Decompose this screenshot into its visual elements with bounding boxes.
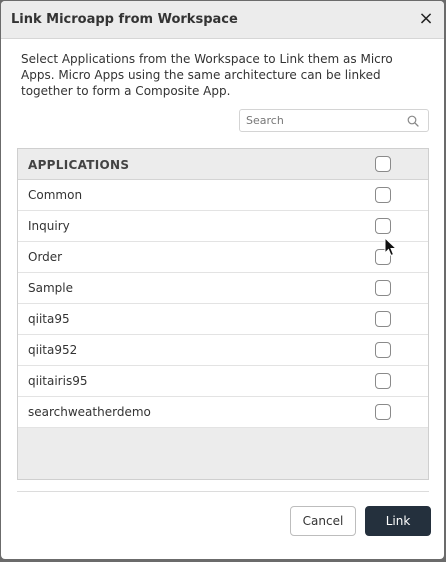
row-checkbox[interactable] bbox=[375, 218, 391, 234]
row-checkbox[interactable] bbox=[375, 404, 391, 420]
application-name: qiita95 bbox=[28, 312, 70, 326]
table-header: APPLICATIONS bbox=[18, 149, 428, 180]
application-name: qiita952 bbox=[28, 343, 78, 357]
table-row[interactable]: Inquiry bbox=[18, 211, 428, 242]
row-checkbox[interactable] bbox=[375, 311, 391, 327]
application-name: Inquiry bbox=[28, 219, 70, 233]
dialog-description: Select Applications from the Workspace t… bbox=[21, 52, 393, 98]
table-row[interactable]: qiitairis95 bbox=[18, 366, 428, 397]
link-microapp-dialog: Link Microapp from Workspace × Select Ap… bbox=[1, 1, 444, 559]
cancel-button[interactable]: Cancel bbox=[290, 506, 356, 536]
close-icon[interactable]: × bbox=[416, 9, 436, 29]
table-row[interactable]: Sample bbox=[18, 273, 428, 304]
search-box[interactable] bbox=[239, 109, 429, 132]
search-input[interactable] bbox=[246, 113, 406, 128]
table-row[interactable]: qiita95 bbox=[18, 304, 428, 335]
application-name: Sample bbox=[28, 281, 73, 295]
table-row[interactable]: searchweatherdemo bbox=[18, 397, 428, 428]
application-name: Common bbox=[28, 188, 83, 202]
applications-column-header: APPLICATIONS bbox=[28, 158, 130, 172]
application-name: qiitairis95 bbox=[28, 374, 88, 388]
row-checkbox[interactable] bbox=[375, 280, 391, 296]
table-row[interactable]: Common bbox=[18, 180, 428, 211]
application-name: searchweatherdemo bbox=[28, 405, 151, 419]
mouse-cursor-icon bbox=[384, 237, 398, 257]
dialog-header: Link Microapp from Workspace × bbox=[1, 1, 444, 39]
link-button[interactable]: Link bbox=[365, 506, 431, 536]
select-all-checkbox[interactable] bbox=[375, 156, 391, 172]
row-checkbox[interactable] bbox=[375, 373, 391, 389]
row-checkbox[interactable] bbox=[375, 342, 391, 358]
application-name: Order bbox=[28, 250, 63, 264]
dialog-title: Link Microapp from Workspace bbox=[11, 12, 238, 27]
applications-table: APPLICATIONS Common Inquiry Order Sample… bbox=[17, 148, 429, 480]
table-row[interactable]: qiita952 bbox=[18, 335, 428, 366]
footer-divider bbox=[17, 491, 429, 492]
search-icon[interactable] bbox=[407, 115, 419, 127]
table-row[interactable]: Order bbox=[18, 242, 428, 273]
row-checkbox[interactable] bbox=[375, 187, 391, 203]
